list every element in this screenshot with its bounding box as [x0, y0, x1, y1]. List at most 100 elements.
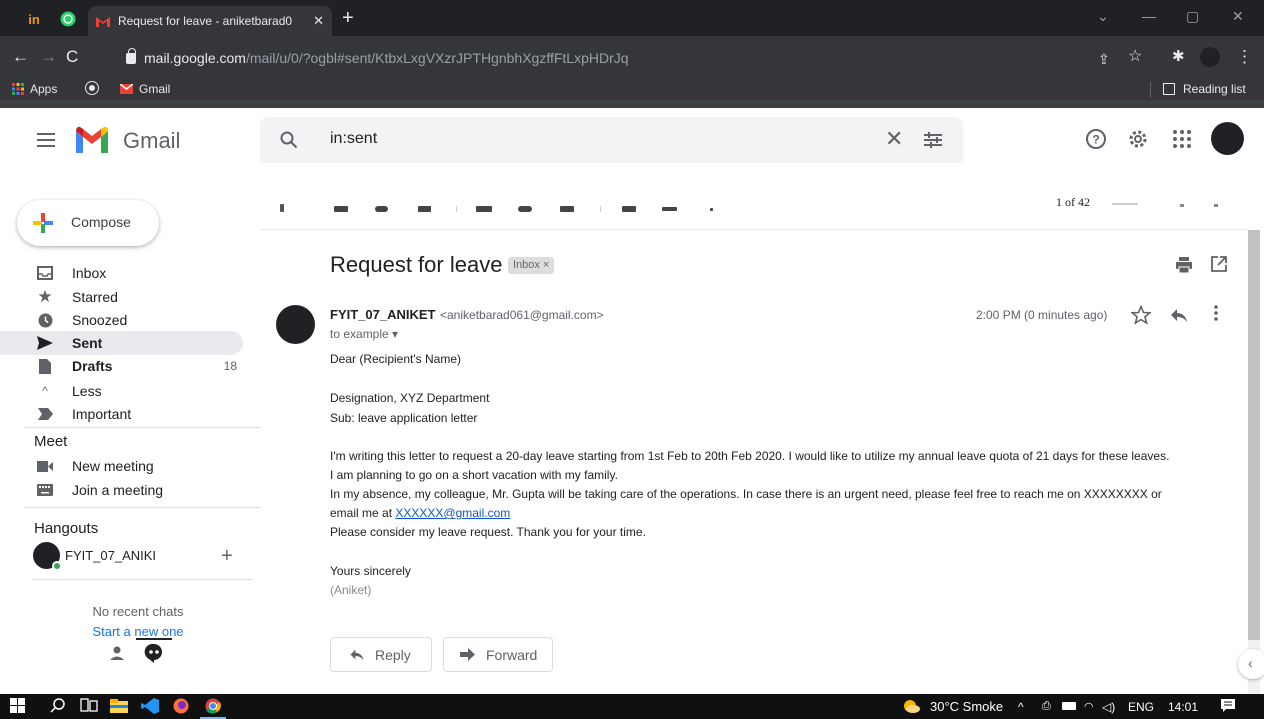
active-tab[interactable]: Request for leave - aniketbarad0 ✕	[88, 6, 332, 36]
account-avatar[interactable]	[1211, 122, 1244, 155]
reply-icon[interactable]	[1170, 307, 1188, 323]
search-bar[interactable]: ✕	[260, 117, 963, 163]
meet-now-icon[interactable]: ⎙	[1042, 698, 1051, 715]
notification-center-icon[interactable]	[1220, 698, 1236, 715]
address-bar[interactable]: mail.google.com/mail/u/0/?ogbl#sent/Ktbx…	[118, 44, 1088, 72]
more-actions-icon[interactable]	[710, 208, 713, 211]
url-path: /mail/u/0/?ogbl#sent/KtbxLxgVXzrJPTHgnbh…	[245, 50, 629, 66]
gmail-logo-icon[interactable]	[74, 125, 110, 155]
nav-label-snoozed: Snoozed	[72, 312, 128, 328]
new-tab-button[interactable]: +	[342, 8, 354, 28]
nav-drafts[interactable]: Drafts 18	[0, 354, 243, 378]
hangouts-user-name[interactable]: FYIT_07_ANIKI	[65, 548, 156, 563]
nav-sent[interactable]: Sent	[0, 331, 243, 355]
clear-search-icon[interactable]: ✕	[885, 128, 903, 150]
weather-icon[interactable]	[902, 698, 920, 715]
tab-search-icon[interactable]: ⌄	[1097, 8, 1109, 25]
nav-important[interactable]: Important	[0, 402, 243, 426]
star-outline-icon[interactable]	[1131, 305, 1151, 325]
close-window-button[interactable]: ✕	[1232, 8, 1244, 25]
linkedin-pinned-tab[interactable]: in	[20, 6, 48, 32]
tab-close-icon[interactable]: ✕	[313, 13, 324, 29]
clock[interactable]: 14:01	[1168, 698, 1198, 715]
forward-button[interactable]: Forward	[443, 637, 553, 672]
windows-start-icon[interactable]	[10, 698, 26, 715]
settings-gear-icon[interactable]	[1126, 127, 1150, 151]
reply-button[interactable]: Reply	[330, 637, 432, 672]
main-menu-icon[interactable]	[37, 133, 55, 147]
labels-icon[interactable]	[662, 207, 677, 211]
vscode-icon[interactable]	[141, 698, 159, 715]
nav-inbox[interactable]: Inbox	[0, 261, 243, 285]
apps-bookmark[interactable]: Apps	[12, 82, 57, 96]
back-to-list-icon[interactable]	[280, 204, 284, 212]
forward-icon[interactable]: →	[40, 47, 57, 67]
nav-label-sent: Sent	[72, 335, 103, 351]
extensions-puzzle-icon[interactable]: ✱	[1172, 47, 1185, 67]
google-apps-icon[interactable]	[1170, 127, 1194, 151]
task-view-icon[interactable]	[80, 698, 98, 715]
delete-icon[interactable]	[418, 206, 431, 212]
profile-avatar[interactable]	[1200, 47, 1220, 67]
search-options-icon[interactable]	[923, 130, 943, 150]
gmail-bookmark[interactable]: Gmail	[120, 82, 170, 96]
maximize-button[interactable]: ▢	[1186, 8, 1199, 25]
weather-text[interactable]: 30°C Smoke	[930, 698, 1003, 715]
side-panel-toggle[interactable]: ‹	[1238, 649, 1264, 679]
compose-button[interactable]: Compose	[17, 200, 159, 246]
email-address-link[interactable]: XXXXXX@gmail.com	[395, 506, 510, 520]
bookmark-star-icon[interactable]: ☆	[1128, 47, 1142, 67]
older-icon[interactable]	[1214, 204, 1218, 207]
add-hangout-button[interactable]: +	[221, 545, 233, 568]
join-meeting-item[interactable]: Join a meeting	[0, 478, 243, 502]
chrome-bookmark[interactable]	[86, 82, 98, 94]
back-icon[interactable]: ←	[12, 47, 29, 67]
pager-dates-faded	[1112, 203, 1138, 205]
reading-list-button[interactable]: Reading list	[1163, 82, 1246, 96]
sender-avatar[interactable]	[276, 305, 315, 344]
firefox-icon[interactable]	[172, 698, 190, 715]
mark-unread-icon[interactable]	[476, 206, 492, 212]
report-spam-icon[interactable]	[375, 206, 388, 212]
share-icon[interactable]: ⇪	[1098, 49, 1110, 69]
search-icon[interactable]	[50, 698, 66, 715]
newer-icon[interactable]	[1180, 204, 1184, 207]
snooze-icon[interactable]	[518, 206, 532, 212]
nav-label-inbox: Inbox	[72, 265, 107, 281]
chevron-left-icon: ‹	[1248, 655, 1253, 671]
add-to-tasks-icon[interactable]	[560, 206, 574, 212]
file-explorer-icon[interactable]	[110, 698, 128, 715]
open-in-new-window-icon[interactable]	[1211, 256, 1227, 272]
language-indicator[interactable]: ENG	[1128, 698, 1154, 715]
whatsapp-pinned-tab[interactable]	[54, 6, 82, 32]
recipient-details-toggle[interactable]: to example ▾	[330, 327, 398, 341]
tray-overflow-icon[interactable]: ^	[1018, 698, 1024, 715]
archive-icon[interactable]	[334, 206, 348, 212]
contacts-person-icon[interactable]	[108, 644, 126, 662]
email-timestamp: 2:00 PM (0 minutes ago)	[976, 308, 1108, 322]
search-input[interactable]	[330, 130, 830, 148]
hangouts-chat-icon[interactable]	[144, 643, 164, 663]
chrome-menu-icon[interactable]: ⋮	[1236, 47, 1253, 67]
nav-starred[interactable]: ★ Starred	[0, 285, 243, 309]
move-to-icon[interactable]	[622, 206, 636, 212]
start-new-chat-link[interactable]: Start a new one	[0, 624, 276, 639]
nav-snoozed[interactable]: Snoozed	[0, 308, 243, 332]
more-vert-icon[interactable]	[1213, 304, 1219, 322]
scrollbar-thumb[interactable]	[1248, 230, 1260, 640]
minimize-button[interactable]: —	[1142, 8, 1156, 24]
print-icon[interactable]	[1175, 256, 1193, 274]
new-meeting-item[interactable]: New meeting	[0, 454, 243, 478]
volume-icon[interactable]: ◁)	[1102, 698, 1115, 715]
reload-icon[interactable]: C	[66, 47, 78, 67]
sender-name[interactable]: FYIT_07_ANIKET	[330, 307, 435, 322]
reading-list-icon	[1163, 83, 1175, 95]
search-icon[interactable]	[280, 131, 298, 149]
wifi-icon[interactable]: ◠	[1084, 698, 1094, 715]
chrome-taskbar-icon[interactable]	[204, 698, 222, 715]
inbox-label-chip[interactable]: Inbox ×	[508, 257, 555, 274]
nav-less[interactable]: ^ Less	[0, 379, 243, 403]
clock-icon	[36, 311, 54, 329]
help-icon[interactable]: ?	[1084, 127, 1108, 151]
battery-icon[interactable]	[1062, 702, 1076, 710]
